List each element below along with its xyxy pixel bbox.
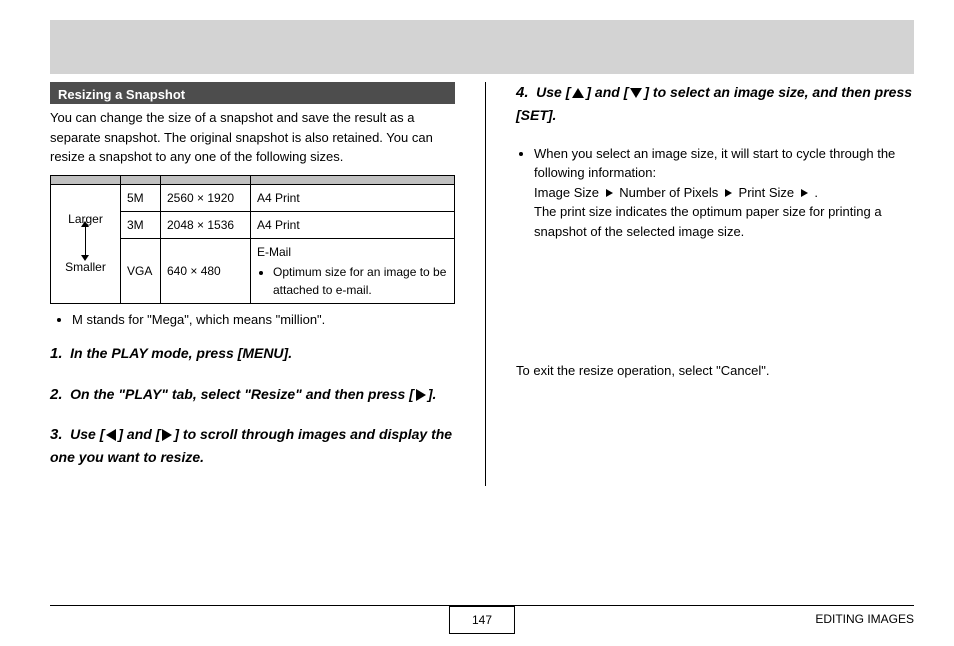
step-4: 4. Use [] and [] to select an image size… bbox=[516, 82, 914, 126]
right-arrow-icon bbox=[606, 189, 613, 197]
steps-list-right: 4. Use [] and [] to select an image size… bbox=[516, 82, 914, 126]
step-text: In the PLAY mode, press [MENU]. bbox=[70, 345, 292, 361]
bullet-lead: When you select an image size, it will s… bbox=[534, 146, 895, 181]
step-text: On the "PLAY" tab, select "Resize" and t… bbox=[70, 386, 436, 402]
pixels-cell: 2048 × 1536 bbox=[161, 211, 251, 238]
down-arrow-icon bbox=[630, 88, 642, 98]
step-3: 3. Use [] and [] to scroll through image… bbox=[50, 424, 455, 468]
header-bar bbox=[50, 20, 914, 74]
document-page: Resizing a Snapshot You can change the s… bbox=[0, 0, 954, 546]
step-fragment: ]. bbox=[428, 386, 437, 402]
right-arrow-icon bbox=[725, 189, 732, 197]
seq-item: Print Size bbox=[739, 185, 795, 200]
page-number: 147 bbox=[449, 606, 515, 634]
step-number: 2. bbox=[50, 386, 63, 403]
left-arrow-icon bbox=[106, 429, 116, 441]
info-bullets: When you select an image size, it will s… bbox=[516, 144, 914, 242]
info-bullet: When you select an image size, it will s… bbox=[534, 144, 914, 242]
step-number: 1. bbox=[50, 345, 63, 362]
desc-title: E-Mail bbox=[257, 245, 291, 259]
seq-item: Number of Pixels bbox=[619, 185, 718, 200]
step-fragment: On the "PLAY" tab, select "Resize" and t… bbox=[70, 386, 414, 402]
step-fragment: Use [ bbox=[536, 84, 570, 100]
desc-cell: A4 Print bbox=[251, 184, 455, 211]
intro-text: You can change the size of a snapshot an… bbox=[50, 108, 455, 167]
footer-section-label: EDITING IMAGES bbox=[815, 610, 914, 628]
right-arrow-icon bbox=[162, 429, 172, 441]
updown-arrow-icon bbox=[85, 227, 86, 255]
bullet-tail: The print size indicates the optimum pap… bbox=[534, 204, 882, 239]
desc-sub: Optimum size for an image to be attached… bbox=[273, 263, 448, 299]
right-arrow-icon bbox=[416, 389, 426, 401]
table-row: Larger Smaller 5M 2560 × 1920 A4 Print bbox=[51, 184, 455, 211]
seq-item: Image Size bbox=[534, 185, 599, 200]
step-text: Use [] and [] to scroll through images a… bbox=[50, 426, 452, 465]
size-cell: VGA bbox=[121, 238, 161, 303]
content-columns: Resizing a Snapshot You can change the s… bbox=[50, 82, 914, 486]
right-arrow-icon bbox=[801, 189, 808, 197]
right-column: 4. Use [] and [] to select an image size… bbox=[485, 82, 914, 486]
steps-list: 1. In the PLAY mode, press [MENU]. 2. On… bbox=[50, 343, 455, 468]
cancel-note: To exit the resize operation, select "Ca… bbox=[516, 361, 914, 381]
desc-cell: A4 Print bbox=[251, 211, 455, 238]
smaller-label: Smaller bbox=[65, 260, 106, 274]
step-text: Use [] and [] to select an image size, a… bbox=[516, 84, 912, 123]
page-footer: EDITING IMAGES 147 bbox=[50, 605, 914, 628]
step-number: 4. bbox=[516, 84, 529, 101]
mega-note: M stands for "Mega", which means "millio… bbox=[72, 310, 455, 330]
size-cell: 3M bbox=[121, 211, 161, 238]
pixels-cell: 2560 × 1920 bbox=[161, 184, 251, 211]
step-number: 3. bbox=[50, 426, 63, 443]
section-title: Resizing a Snapshot bbox=[50, 82, 455, 104]
step-fragment: ] and [ bbox=[586, 84, 628, 100]
step-2: 2. On the "PLAY" tab, select "Resize" an… bbox=[50, 384, 455, 407]
left-column: Resizing a Snapshot You can change the s… bbox=[50, 82, 455, 486]
size-arrow-cell: Larger Smaller bbox=[51, 184, 121, 303]
step-fragment: Use [ bbox=[70, 426, 104, 442]
desc-cell: E-Mail Optimum size for an image to be a… bbox=[251, 238, 455, 303]
pixels-cell: 640 × 480 bbox=[161, 238, 251, 303]
up-arrow-icon bbox=[572, 88, 584, 98]
step-1: 1. In the PLAY mode, press [MENU]. bbox=[50, 343, 455, 366]
step-fragment: ] and [ bbox=[118, 426, 160, 442]
size-table: Larger Smaller 5M 2560 × 1920 A4 Print 3… bbox=[50, 175, 455, 304]
size-cell: 5M bbox=[121, 184, 161, 211]
